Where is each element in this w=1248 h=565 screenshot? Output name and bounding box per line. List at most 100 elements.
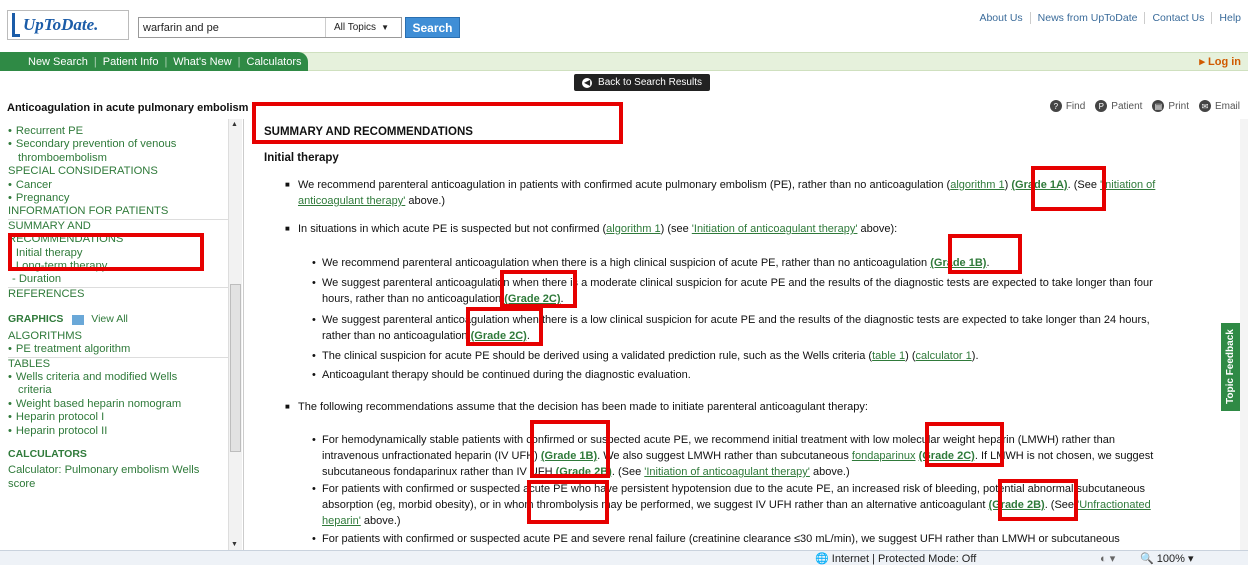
scroll-down-icon[interactable]: ▼ <box>231 541 238 548</box>
arrow-left-icon: ◀ <box>582 77 593 88</box>
search-input[interactable] <box>139 18 325 37</box>
protected-mode-control[interactable]: ◐ ▾ <box>1100 552 1115 565</box>
highlight-grade-1b-lmwh <box>530 420 610 478</box>
outline-item-pregnancy[interactable]: • Pregnancy <box>8 192 228 205</box>
globe-icon: 🌐 <box>815 553 829 565</box>
rec-text: In situations in which acute PE is suspe… <box>298 223 607 235</box>
tab-patient-info[interactable]: Patient Info <box>103 56 159 68</box>
zoom-value: 100% <box>1156 553 1185 565</box>
graphic-heparin-protocol-1[interactable]: • Heparin protocol I <box>8 411 228 424</box>
graphic-heparin-protocol-2[interactable]: • Heparin protocol II <box>8 425 228 438</box>
zoom-control[interactable]: 🔍 100% ▾ <box>1140 552 1194 565</box>
rec-text: above.) <box>360 515 401 527</box>
rec-text: For patients with confirmed or suspected… <box>322 533 1120 545</box>
find-icon: ? <box>1049 100 1062 112</box>
topic-feedback-tab[interactable]: Topic Feedback <box>1221 323 1240 411</box>
topics-dropdown[interactable]: All Topics ▼ <box>325 18 401 37</box>
graphic-weight-heparin[interactable]: • Weight based heparin nomogram <box>8 398 228 411</box>
topics-label: All Topics <box>334 22 377 33</box>
rec-text: rather than no anticoagulation <box>322 330 471 342</box>
rec-text: We recommend parenteral anticoagulation … <box>322 257 931 269</box>
outline-section-special[interactable]: SPECIAL CONSIDERATIONS <box>8 165 228 178</box>
email-button[interactable]: ✉ Email <box>1198 100 1240 112</box>
print-button[interactable]: ▤ Print <box>1152 100 1189 112</box>
algorithm-1-link[interactable]: algorithm 1 <box>606 223 660 235</box>
highlight-sidebar-summary <box>8 233 204 271</box>
help-link[interactable]: Help <box>1211 12 1248 24</box>
calculator-wells-link[interactable]: Calculator: Pulmonary embolism Wells <box>8 464 228 477</box>
tab-whats-new[interactable]: What's New <box>173 56 231 68</box>
back-to-results-button[interactable]: ◀ Back to Search Results <box>574 74 710 91</box>
rec-text: We suggest parenteral anticoagulation wh… <box>322 314 1150 326</box>
graphic-pe-algorithm[interactable]: • PE treatment algorithm <box>8 343 228 356</box>
tab-calculators[interactable]: Calculators <box>247 56 302 68</box>
recommendation-2: ■ In situations in which acute PE is sus… <box>285 221 1218 237</box>
algorithm-1-link[interactable]: algorithm 1 <box>950 179 1004 191</box>
outline-item-secondary-prevention[interactable]: • Secondary prevention of venous <box>8 138 228 151</box>
rec-text: hours, rather than no anticoagulation <box>322 293 505 305</box>
nav-tabs: New Search | Patient Info | What's New |… <box>0 52 308 71</box>
sub-recommendation-hypotension: • For patients with confirmed or suspect… <box>312 481 1218 529</box>
outline-section-references[interactable]: REFERENCES <box>8 286 228 301</box>
login-link[interactable]: ▸ Log in <box>1199 55 1241 68</box>
initiation-link[interactable]: 'Initiation of <box>1100 179 1155 191</box>
sub-recommendation-low: • We suggest parenteral anticoagulation … <box>312 312 1218 344</box>
tab-new-search[interactable]: New Search <box>28 56 88 68</box>
sub-recommendation-renal: • For patients with confirmed or suspect… <box>312 531 1218 547</box>
login-label: Log in <box>1208 56 1241 68</box>
graphic-wells-criteria[interactable]: • Wells criteria and modified Wells <box>8 371 228 384</box>
initiation-link-cont[interactable]: anticoagulant therapy' <box>298 195 405 207</box>
graphic-wells-criteria-cont[interactable]: criteria <box>8 384 228 397</box>
uptodate-logo[interactable]: UpToDate. <box>7 10 129 40</box>
rec-text: intravenous unfractionated heparin (IV U… <box>322 450 541 462</box>
initiation-link[interactable]: 'Initiation of anticoagulant therapy' <box>692 223 858 235</box>
tab-separator: | <box>93 55 97 68</box>
outline-item-secondary-prevention-cont[interactable]: thromboembolism <box>8 152 228 165</box>
chevron-down-icon: ▼ <box>381 23 389 32</box>
scroll-up-icon[interactable]: ▲ <box>231 121 238 128</box>
find-button[interactable]: ? Find <box>1049 100 1086 112</box>
calculator-wells-link-cont[interactable]: score <box>8 478 228 491</box>
contact-us-link[interactable]: Contact Us <box>1144 12 1211 24</box>
highlight-grade-2b-fondaparinux <box>527 480 609 524</box>
outline-item-duration[interactable]: - Duration <box>8 273 228 286</box>
rec-text: above): <box>857 223 898 235</box>
sub-recommendation-high: • We recommend parenteral anticoagulatio… <box>312 255 1218 271</box>
bullet-icon: • <box>312 314 316 326</box>
initiation-link[interactable]: 'Initiation of anticoagulant therapy' <box>644 466 810 478</box>
outline-item-recurrent-pe[interactable]: • Recurrent PE <box>8 125 228 138</box>
recommendation-3: ■ The following recommendations assume t… <box>285 399 1218 415</box>
highlight-grade-2c-moderate <box>500 270 577 308</box>
sidebar-scrollbar[interactable]: ▲ ▼ <box>228 119 242 550</box>
print-label: Print <box>1168 100 1189 112</box>
calculator-1-link[interactable]: calculator 1 <box>916 350 972 362</box>
unfractionated-heparin-link[interactable]: 'Unfractionated <box>1077 499 1151 511</box>
magnifier-icon: 🔍 <box>1140 553 1154 565</box>
unfractionated-heparin-link-cont[interactable]: heparin' <box>322 515 361 527</box>
search-button[interactable]: Search <box>405 17 460 38</box>
view-all-link[interactable]: View All <box>91 313 128 325</box>
rec-text: . We also suggest LMWH rather than subcu… <box>597 450 852 462</box>
content-scrollbar[interactable] <box>1240 119 1248 550</box>
logo-mark-icon <box>12 13 20 37</box>
highlight-grade-2b-ufh <box>998 479 1078 521</box>
news-link[interactable]: News from UpToDate <box>1029 12 1145 24</box>
outline-section-info-patients[interactable]: INFORMATION FOR PATIENTS <box>8 205 228 218</box>
topic-tools: ? Find P Patient ▤ Print ✉ Email <box>1040 100 1240 112</box>
rec-text: The following recommendations assume tha… <box>298 401 868 413</box>
table-1-link[interactable]: table 1 <box>872 350 905 362</box>
patient-button[interactable]: P Patient <box>1095 100 1142 112</box>
outline-item-cancer[interactable]: • Cancer <box>8 179 228 192</box>
logo-text: UpToDate. <box>23 15 99 34</box>
graphics-header: GRAPHICS View All <box>8 313 228 326</box>
find-label: Find <box>1065 100 1086 112</box>
highlight-grade-1a <box>1031 166 1106 211</box>
highlight-summary-heading <box>252 102 623 144</box>
square-bullet-icon: ■ <box>285 224 290 233</box>
outline-section-summary[interactable]: SUMMARY AND <box>8 218 228 233</box>
rec-text: absorption (eg, morbid obesity), or in w… <box>322 499 989 511</box>
sidebar-scroll-thumb[interactable] <box>230 284 241 452</box>
fondaparinux-link[interactable]: fondaparinux <box>852 450 916 462</box>
print-icon: ▤ <box>1152 100 1165 112</box>
about-us-link[interactable]: About Us <box>972 12 1029 24</box>
